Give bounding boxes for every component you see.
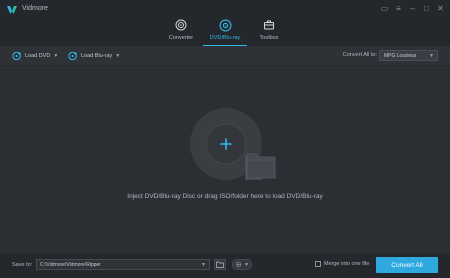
output-format-select[interactable]: MPG Lossless ▼ (379, 50, 438, 61)
main-tabs: Converter DVD/Blu-ray Toolbox (0, 16, 450, 46)
merge-label: Merge into one file (324, 261, 370, 267)
disc-icon (218, 18, 232, 32)
drop-hint: Inject DVD/Blu-ray Disc or drag ISO/fold… (127, 193, 323, 200)
load-dvd-button[interactable]: Load DVD ▼ (12, 50, 58, 62)
output-format-value: MPG Lossless (384, 52, 417, 59)
tab-toolbox[interactable]: Toolbox (243, 16, 295, 46)
close-icon[interactable]: ✕ (435, 3, 446, 14)
title-bar: Vidmore ▭ ≡ – □ ✕ Converter DVD/Blu-ray … (0, 0, 450, 46)
menu-icon[interactable]: ≡ (393, 3, 404, 14)
load-bluray-label: Load Blu-ray (81, 53, 113, 59)
drop-area[interactable]: Inject DVD/Blu-ray Disc or drag ISO/fold… (0, 66, 450, 253)
load-dvd-label: Load DVD (25, 53, 51, 59)
folder-icon (216, 261, 224, 268)
toolbox-icon (262, 18, 276, 32)
app-title: Vidmore (22, 5, 48, 12)
vidmore-logo-icon (7, 6, 17, 14)
chevron-down-icon: ▼ (201, 262, 206, 268)
tab-label: DVD/Blu-ray (209, 35, 241, 41)
convert-all-button[interactable]: Convert All (376, 257, 438, 273)
tab-label: Converter (168, 35, 194, 41)
convert-all-to-label: Convert All to: (342, 52, 377, 58)
converter-icon (174, 18, 188, 32)
chevron-down-icon: ▼ (429, 53, 434, 59)
merge-checkbox[interactable] (315, 261, 321, 267)
load-bluray-button[interactable]: Load Blu-ray ▼ (68, 50, 120, 62)
chevron-down-icon: ▼ (53, 53, 59, 59)
toolbar: Load DVD ▼ Load Blu-ray ▼ Convert All to… (0, 46, 450, 66)
save-to-label: Save to: (12, 262, 33, 268)
bottom-bar: Save to: C:\Vidmore\Vidmore\Ripper ▼ ▼ M… (0, 253, 450, 278)
bluray-plus-icon (68, 51, 77, 61)
window-controls: ▭ ≡ – □ ✕ (379, 3, 446, 14)
chevron-down-icon: ▼ (115, 53, 121, 59)
open-folder-button[interactable] (214, 259, 226, 270)
feedback-icon[interactable]: ▭ (379, 3, 390, 14)
merge-option[interactable]: Merge into one file (315, 261, 369, 267)
tab-label: Toolbox (259, 35, 279, 41)
maximize-icon[interactable]: □ (421, 3, 432, 14)
gear-icon (235, 261, 242, 268)
dvd-plus-icon (12, 51, 21, 61)
settings-button[interactable]: ▼ (232, 259, 252, 270)
save-path-value: C:\Vidmore\Vidmore\Ripper (40, 261, 101, 268)
minimize-icon[interactable]: – (407, 3, 418, 14)
folder-icon (246, 153, 276, 179)
chevron-down-icon: ▼ (244, 261, 249, 268)
save-path-field[interactable]: C:\Vidmore\Vidmore\Ripper ▼ (36, 259, 210, 270)
